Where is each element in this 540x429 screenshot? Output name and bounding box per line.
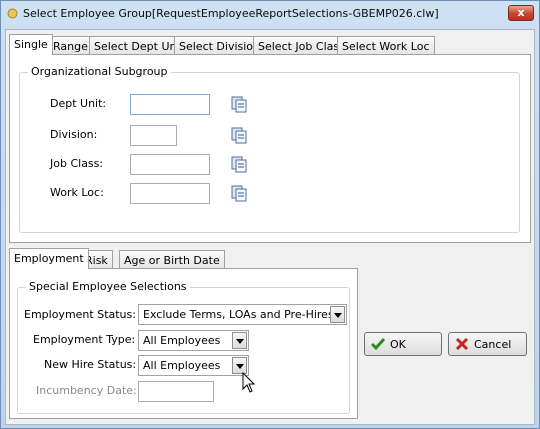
tab-label: Single bbox=[14, 38, 48, 51]
lookup-icon[interactable] bbox=[230, 184, 249, 203]
checkmark-icon bbox=[370, 338, 386, 351]
work-loc-field[interactable] bbox=[130, 183, 210, 204]
cancel-x-icon bbox=[455, 337, 469, 351]
division-field[interactable] bbox=[130, 125, 177, 146]
tab-label: Range bbox=[53, 40, 88, 53]
close-button[interactable]: x bbox=[508, 5, 534, 21]
dept-unit-label: Dept Unit: bbox=[50, 97, 107, 110]
job-class-field[interactable] bbox=[130, 154, 210, 175]
chevron-down-icon[interactable] bbox=[330, 306, 345, 323]
close-icon: x bbox=[517, 6, 525, 19]
work-loc-label: Work Loc: bbox=[50, 186, 104, 199]
tab-range[interactable]: Range bbox=[48, 36, 93, 55]
tab-single[interactable]: Single bbox=[9, 34, 53, 55]
window-title: Select Employee Group[RequestEmployeeRep… bbox=[23, 7, 439, 20]
subgroup-title: Organizational Subgroup bbox=[28, 65, 171, 78]
tab-label: Select Division bbox=[179, 40, 261, 53]
lookup-icon[interactable] bbox=[230, 126, 249, 145]
cancel-label: Cancel bbox=[474, 338, 512, 351]
chevron-down-icon[interactable] bbox=[232, 332, 247, 349]
tab-select-division[interactable]: Select Division bbox=[174, 36, 266, 55]
employment-status-value: Exclude Terms, LOAs and Pre-Hires bbox=[143, 308, 334, 321]
app-icon bbox=[7, 8, 18, 19]
single-tab-panel: Organizational Subgroup Dept Unit: Divis… bbox=[9, 54, 531, 243]
dept-unit-field[interactable] bbox=[130, 94, 210, 115]
job-class-label: Job Class: bbox=[50, 157, 104, 170]
dialog-window: Select Employee Group[RequestEmployeeRep… bbox=[0, 0, 540, 429]
title-bar[interactable]: Select Employee Group[RequestEmployeeRep… bbox=[1, 1, 539, 27]
employment-status-label: Employment Status: bbox=[24, 308, 136, 321]
tab-label: Select Job Class bbox=[258, 40, 345, 53]
tab-label: Select Dept Unit bbox=[94, 40, 184, 53]
employment-status-select[interactable]: Exclude Terms, LOAs and Pre-Hires bbox=[138, 304, 347, 325]
special-selections-title: Special Employee Selections bbox=[26, 280, 190, 293]
lookup-icon[interactable] bbox=[230, 95, 249, 114]
ok-button[interactable]: OK bbox=[364, 332, 442, 356]
new-hire-status-value: All Employees bbox=[143, 359, 221, 372]
incumbency-date-label: Incumbency Date: bbox=[36, 384, 137, 397]
new-hire-status-label: New Hire Status: bbox=[44, 358, 137, 371]
employment-type-select[interactable]: All Employees bbox=[138, 330, 249, 351]
ok-label: OK bbox=[390, 338, 406, 351]
new-hire-status-select[interactable]: All Employees bbox=[138, 355, 249, 376]
dialog-client: Single Range Select Dept Unit Select Div… bbox=[5, 29, 535, 425]
division-label: Division: bbox=[50, 128, 98, 141]
tab-employment[interactable]: Employment bbox=[9, 248, 89, 269]
lookup-icon[interactable] bbox=[230, 155, 249, 174]
tab-select-work-loc[interactable]: Select Work Loc bbox=[337, 36, 435, 55]
employment-tab-panel: Special Employee Selections Employment S… bbox=[9, 268, 358, 419]
tab-select-job-class[interactable]: Select Job Class bbox=[253, 36, 350, 55]
chevron-down-icon[interactable] bbox=[232, 357, 247, 374]
tab-label: Employment bbox=[14, 252, 84, 265]
tab-label: Select Work Loc bbox=[342, 40, 430, 53]
incumbency-date-field[interactable] bbox=[138, 381, 214, 402]
employment-type-value: All Employees bbox=[143, 334, 221, 347]
cancel-button[interactable]: Cancel bbox=[448, 332, 527, 356]
employment-type-label: Employment Type: bbox=[33, 333, 136, 346]
tab-label: Age or Birth Date bbox=[124, 254, 220, 267]
tab-age-or-birth-date[interactable]: Age or Birth Date bbox=[119, 250, 225, 269]
